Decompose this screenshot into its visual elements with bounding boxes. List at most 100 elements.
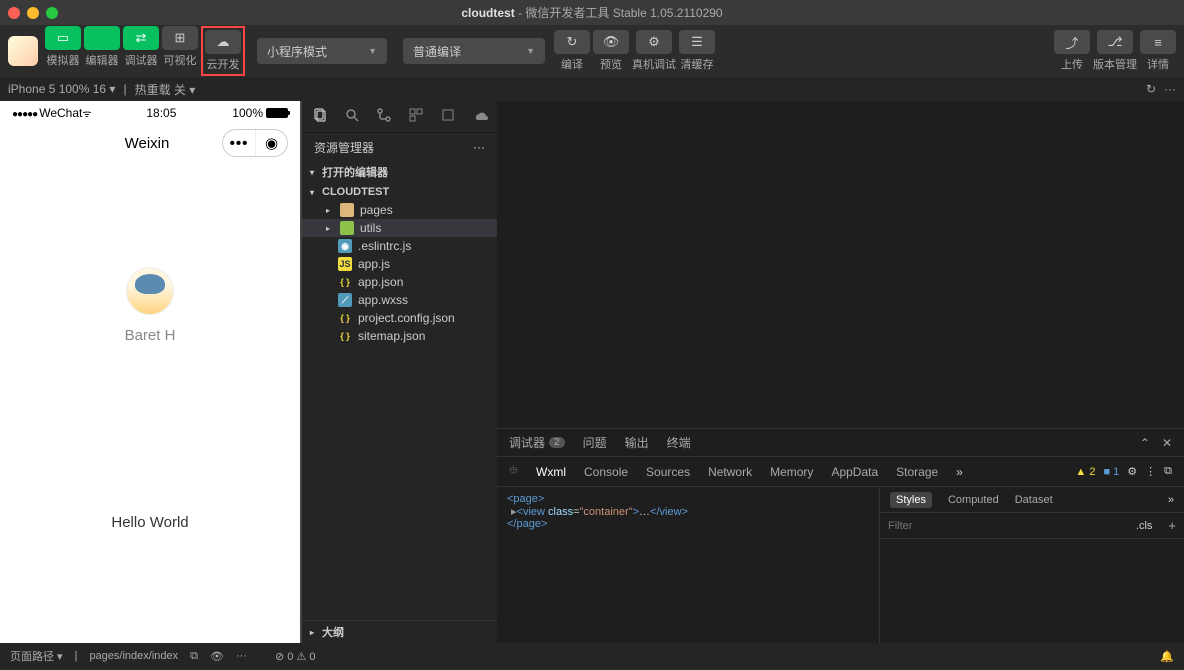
toolbar-center-3[interactable]: ☰清缓存 (679, 30, 715, 72)
debugger-tab[interactable]: 终端 (667, 434, 691, 451)
compile-label: 普通编译 (413, 43, 461, 60)
toolbar-btn-0[interactable]: ▭模拟器 (45, 26, 81, 76)
devtools-panel[interactable]: Network (708, 465, 752, 479)
inspect-icon[interactable]: ⯐ (509, 461, 518, 482)
compile-dropdown[interactable]: 普通编译▼ (403, 38, 545, 64)
devtools-panel[interactable]: Sources (646, 465, 690, 479)
kebab-icon[interactable]: ⋮ (1145, 465, 1156, 478)
tree-item[interactable]: ◉.eslintrc.js (302, 237, 497, 255)
styles-overflow-icon[interactable]: » (1168, 494, 1174, 506)
tree-item[interactable]: ▸pages (302, 201, 497, 219)
explorer-pane: 资源管理器 ··· ▾打开的编辑器 ▾CLOUDTEST ▸pages▸util… (302, 101, 497, 643)
eye-icon[interactable]: 👁 (210, 650, 224, 663)
capsule-close-icon[interactable]: ◉ (255, 130, 287, 156)
devtools-panel[interactable]: Storage (896, 465, 938, 479)
titlebar: cloudtest - 微信开发者工具 Stable 1.05.2110290 (0, 0, 1184, 25)
styles-pane: Styles Computed Dataset » .cls + (879, 487, 1184, 643)
explorer-header: 资源管理器 ··· (302, 133, 497, 161)
statusbar: 页面路径 ▾ | pages/index/index ⧉ 👁 ··· ⊘ 0 ⚠… (0, 643, 1184, 669)
build-icon[interactable] (440, 107, 456, 126)
dock-icon[interactable]: ⧉ (1164, 465, 1172, 478)
copy-path-icon[interactable]: ⧉ (190, 650, 198, 663)
info-indicator[interactable]: ■ 1 (1103, 466, 1119, 478)
add-style-button[interactable]: + (1160, 518, 1184, 533)
page-path-label[interactable]: 页面路径 ▾ (10, 648, 63, 664)
maximize-window-button[interactable] (46, 7, 58, 19)
devtools-panels: ⯐ Wxml Console Sources Network Memory AppData… (497, 457, 1184, 487)
window-controls (8, 7, 58, 19)
devtools-panel[interactable]: AppData (831, 465, 878, 479)
mode-label: 小程序模式 (267, 43, 327, 60)
device-selector[interactable]: iPhone 5 100% 16 ▾ (8, 82, 115, 96)
cloud-icon[interactable] (472, 107, 488, 126)
mode-dropdown[interactable]: 小程序模式▼ (257, 38, 387, 64)
toolbar-btn-3[interactable]: ⊞可视化 (162, 26, 198, 76)
username-label: Baret H (125, 327, 176, 344)
tree-item[interactable]: { }project.config.json (302, 309, 497, 327)
debugger-tab[interactable]: 问题 (583, 434, 607, 451)
toolbar-center-2[interactable]: ⚙真机调试 (632, 30, 676, 72)
close-window-button[interactable] (8, 7, 20, 19)
toolbar-center-0[interactable]: ↻编译 (554, 30, 590, 72)
simulator-pane: ●●●●●WeChatᯤ 18:05 100% Weixin ••• ◉ Bar… (0, 101, 302, 643)
debugger-chevron-icon[interactable]: ⌃ (1140, 436, 1150, 450)
devtools-panel[interactable]: Wxml (536, 465, 566, 479)
styles-filter-input[interactable] (880, 520, 1128, 532)
open-editors-section[interactable]: ▾打开的编辑器 (302, 161, 497, 183)
debugger-pane: 调试器 2 问题 输出 终端 ⌃ ✕ ⯐ Wxml Console Sources Netw… (497, 428, 1184, 643)
toolbar-right-2[interactable]: ≡详情 (1140, 30, 1176, 72)
window-title: cloudtest - 微信开发者工具 Stable 1.05.2110290 (461, 4, 722, 21)
toolbar-right-0[interactable]: ⤴上传 (1054, 30, 1090, 72)
toolbar-btn-1[interactable]: 编辑器 (84, 26, 120, 76)
toolbar-btn-4[interactable]: ☁云开发 (201, 26, 245, 76)
cls-toggle[interactable]: .cls (1128, 520, 1161, 532)
styles-tab[interactable]: Computed (948, 494, 999, 506)
sim-time: 18:05 (146, 106, 176, 120)
hotreload-selector[interactable]: 热重载 关 ▾ (135, 81, 196, 98)
devtools-panel[interactable]: Console (584, 465, 628, 479)
explorer-more-icon[interactable]: ··· (473, 140, 485, 154)
hello-text: Hello World (111, 514, 188, 531)
debugger-tab[interactable]: 输出 (625, 434, 649, 451)
tree-item[interactable]: ⟋app.wxss (302, 291, 497, 309)
sim-navbar: Weixin ••• ◉ (0, 125, 300, 161)
wifi-icon: ᯤ (82, 109, 90, 120)
editor-body[interactable] (497, 101, 1184, 428)
tree-item[interactable]: { }sitemap.json (302, 327, 497, 345)
warn-indicator[interactable]: ▲ 2 (1075, 466, 1095, 478)
project-section[interactable]: ▾CLOUDTEST (302, 183, 497, 201)
extensions-icon[interactable] (408, 107, 424, 126)
debugger-tab[interactable]: 调试器 2 (509, 434, 565, 451)
tree-item[interactable]: { }app.json (302, 273, 497, 291)
devtools-panel[interactable]: Memory (770, 465, 813, 479)
page-path-value[interactable]: pages/index/index (89, 650, 178, 662)
refresh-icon[interactable]: ↻ (1146, 82, 1156, 96)
more-icon[interactable]: ··· (1164, 82, 1176, 96)
user-avatar (126, 267, 174, 315)
search-icon[interactable] (344, 107, 360, 126)
styles-tab[interactable]: Dataset (1015, 494, 1053, 506)
sim-body: Baret H Hello World (0, 161, 300, 643)
capsule-menu-icon[interactable]: ••• (223, 130, 255, 156)
files-icon[interactable] (312, 107, 328, 126)
toolbar-center-1[interactable]: 👁预览 (593, 30, 629, 72)
sim-title: Weixin (125, 135, 170, 152)
toolbar-btn-2[interactable]: ⇄调试器 (123, 26, 159, 76)
explorer-icon-tabs (302, 101, 497, 133)
gear-icon[interactable]: ⚙ (1127, 465, 1137, 478)
styles-tab[interactable]: Styles (890, 492, 932, 508)
debugger-close-icon[interactable]: ✕ (1162, 436, 1172, 450)
git-icon[interactable] (376, 107, 392, 126)
panel-overflow-icon[interactable]: » (956, 465, 963, 479)
outline-section[interactable]: ▸大纲 (302, 620, 497, 643)
tree-item[interactable]: ▸utils (302, 219, 497, 237)
app-logo-icon (8, 36, 38, 66)
wxml-tree[interactable]: <page> ▸<view class="container">…</view>… (497, 487, 879, 643)
debugger-tabs: 调试器 2 问题 输出 终端 ⌃ ✕ (497, 429, 1184, 457)
toolbar-right-1[interactable]: ⎇版本管理 (1093, 30, 1137, 72)
minimize-window-button[interactable] (27, 7, 39, 19)
bell-icon[interactable]: 🔔 (1160, 650, 1174, 663)
sub-toolbar: iPhone 5 100% 16 ▾ | 热重载 关 ▾ ↻ ··· (0, 77, 1184, 101)
tree-item[interactable]: JSapp.js (302, 255, 497, 273)
dots-icon[interactable]: ··· (236, 650, 247, 662)
